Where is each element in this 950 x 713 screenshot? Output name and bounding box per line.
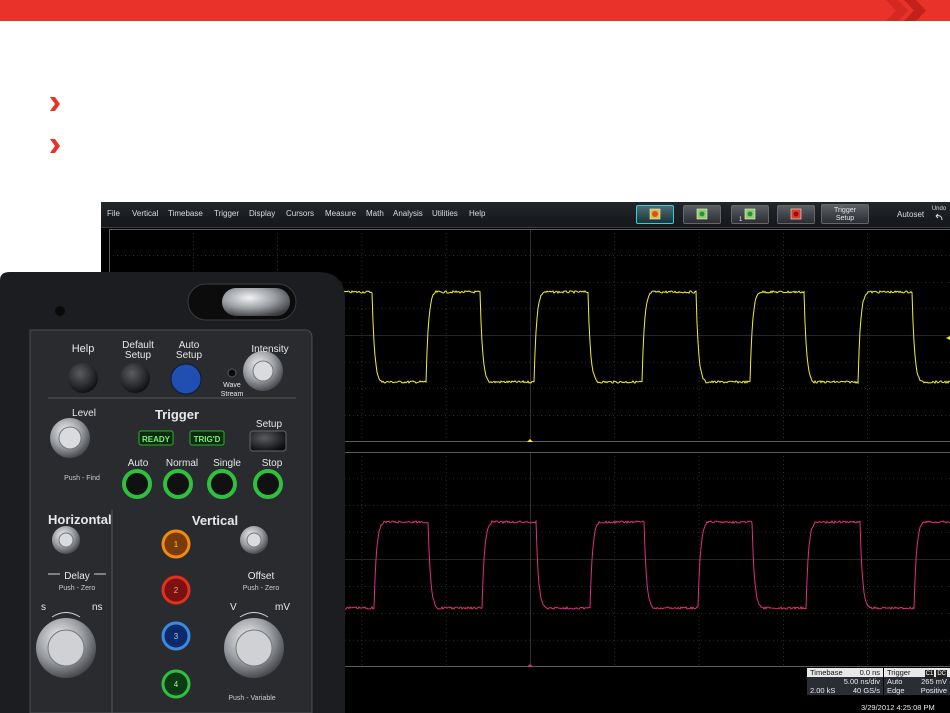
stop-label: Stop — [262, 458, 283, 469]
menu-bar: File Vertical Timebase Trigger Display C… — [101, 202, 950, 228]
normal-label: Normal — [166, 458, 198, 469]
undo-label: Undo — [931, 206, 947, 212]
brand-chevrons-icon — [886, 0, 926, 21]
trigger-setup-label-2: Setup — [835, 215, 855, 222]
dual-grid-icon — [696, 208, 708, 220]
offset-label: Offset — [248, 571, 275, 582]
delay-push-zero-label: Push - Zero — [59, 585, 96, 592]
menu-cursors[interactable]: Cursors — [286, 209, 314, 218]
ch3-label: 3 — [174, 632, 179, 641]
header-bar — [0, 0, 950, 21]
delay-label: Delay — [64, 571, 90, 582]
default-setup-button[interactable] — [120, 363, 150, 393]
timebase-header: Timebase 0.0 ns — [807, 668, 883, 677]
timestamp: 3/29/2012 4:25:08 PM — [861, 703, 935, 712]
ch2-label: 2 — [174, 586, 179, 595]
timebase-samples: 2.00 kS — [810, 686, 836, 695]
trigger-position-marker — [527, 439, 533, 442]
setup-label: Setup — [256, 419, 283, 430]
svg-text:1: 1 — [739, 217, 743, 223]
stop-trigger-button[interactable] — [253, 469, 283, 499]
s-label: s — [41, 602, 46, 613]
menu-measure[interactable]: Measure — [325, 209, 356, 218]
menu-utilities[interactable]: Utilities — [432, 209, 458, 218]
trigger-title: Trigger — [887, 668, 911, 677]
trigger-slope: Positive — [920, 686, 947, 695]
single-trigger-button[interactable] — [207, 469, 237, 499]
push-find-label: Push - Find — [64, 475, 100, 482]
default-setup-label-2: Setup — [125, 350, 152, 361]
auto-trigger-button[interactable] — [122, 469, 152, 499]
menu-vertical[interactable]: Vertical — [132, 209, 158, 218]
camera-shutter-slider[interactable] — [222, 288, 290, 316]
wave-stream-label-1: Wave — [223, 382, 241, 389]
quad-grid-button[interactable]: 1 — [731, 205, 769, 224]
autoset-button[interactable]: Autoset — [897, 210, 924, 219]
quad-grid-icon: 1 — [739, 208, 756, 223]
timebase-info[interactable]: Timebase 0.0 ns 5.00 ns/div 2.00 kS 40 G… — [807, 668, 883, 695]
wave-stream-label-2: Stream — [221, 391, 244, 398]
push-variable-label: Push - Variable — [228, 695, 275, 702]
menu-display[interactable]: Display — [249, 209, 275, 218]
trigger-setup-label-1: Trigger — [834, 207, 856, 214]
ch1-label: 1 — [174, 540, 179, 549]
trigger-level-marker — [946, 336, 950, 340]
timebase-per-div: 5.00 ns/div — [843, 677, 880, 686]
intensity-label: Intensity — [251, 344, 288, 355]
timebase-title: Timebase — [810, 668, 843, 677]
trigger-type: Edge — [887, 686, 905, 695]
stop-button[interactable] — [777, 205, 815, 224]
stop-icon — [790, 208, 802, 220]
auto-setup-label-2: Setup — [176, 350, 203, 361]
offset-push-zero-label: Push - Zero — [243, 585, 280, 592]
menu-math[interactable]: Math — [366, 209, 384, 218]
trigger-info[interactable]: Trigger C1 DC Auto 265 mV Edge Positive — [884, 668, 950, 695]
timebase-row-2: 2.00 kS 40 GS/s — [807, 686, 883, 695]
trigger-mode: Auto — [887, 677, 903, 686]
mv-label: mV — [275, 602, 290, 613]
trigger-row-2: Edge Positive — [884, 686, 950, 695]
menu-help[interactable]: Help — [469, 209, 485, 218]
undo-icon — [935, 213, 943, 221]
auto-setup-button[interactable] — [170, 363, 202, 395]
trigger-level: 265 mV — [921, 677, 947, 686]
vertical-title: Vertical — [192, 513, 238, 528]
undo-button[interactable]: Undo — [929, 206, 949, 224]
ready-label: READY — [142, 435, 171, 444]
trigger-header: Trigger C1 DC — [884, 668, 950, 679]
menu-timebase[interactable]: Timebase — [168, 209, 203, 218]
chevron-right-icon — [49, 139, 61, 153]
horizontal-title: Horizontal — [48, 512, 112, 527]
trigger-setup-button[interactable]: Trigger Setup — [821, 204, 869, 224]
menu-analysis[interactable]: Analysis — [393, 209, 423, 218]
timebase-row-1: 5.00 ns/div — [807, 677, 883, 686]
ns-label: ns — [92, 602, 103, 613]
single-grid-icon — [649, 208, 661, 220]
single-grid-button[interactable] — [636, 205, 674, 224]
wave-stream-indicator — [227, 368, 237, 378]
trigger-setup-key[interactable] — [249, 430, 287, 452]
trigger-row-1: Auto 265 mV — [884, 677, 950, 686]
normal-trigger-button[interactable] — [163, 469, 193, 499]
single-label: Single — [213, 458, 241, 469]
trigger-section-title: Trigger — [155, 407, 199, 422]
trigd-label: TRIG'D — [194, 435, 221, 444]
auto-label: Auto — [128, 458, 149, 469]
help-button[interactable] — [68, 363, 98, 393]
menu-file[interactable]: File — [107, 209, 120, 218]
help-label: Help — [72, 343, 95, 355]
dual-grid-button[interactable] — [683, 205, 721, 224]
timebase-rate: 40 GS/s — [852, 686, 880, 695]
chevron-right-icon — [49, 97, 61, 111]
ch4-label: 4 — [174, 680, 179, 689]
front-panel: Help Default Setup Auto Setup Intensity … — [0, 272, 345, 713]
v-label: V — [230, 602, 237, 613]
level-label: Level — [72, 408, 96, 419]
timebase-delay: 0.0 ns — [859, 668, 880, 677]
trigger-position-marker-2 — [527, 664, 533, 667]
menu-trigger[interactable]: Trigger — [214, 209, 239, 218]
